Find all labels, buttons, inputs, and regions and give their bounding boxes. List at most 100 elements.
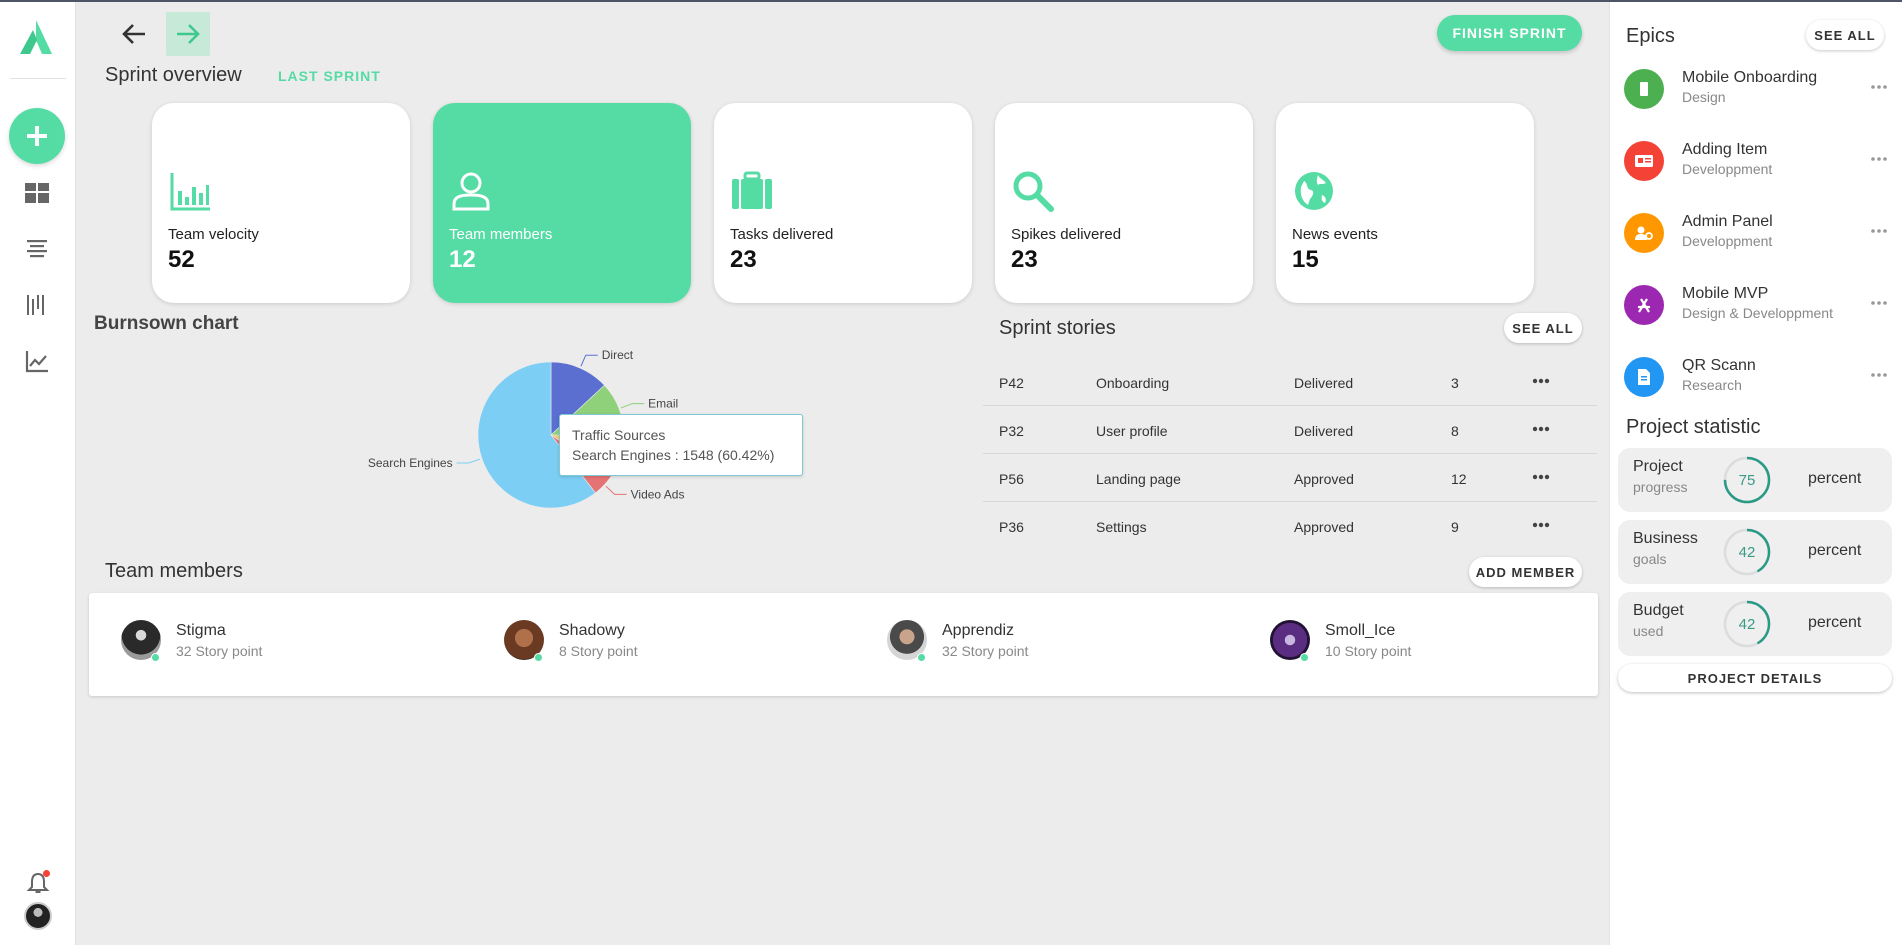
arrow-right-icon bbox=[177, 24, 200, 44]
card-team-members[interactable]: Team members 12 bbox=[433, 103, 691, 303]
list-icon[interactable] bbox=[23, 235, 51, 263]
id-card-icon bbox=[1624, 141, 1664, 181]
card-tasks-delivered[interactable]: Tasks delivered 23 bbox=[714, 103, 972, 303]
story-name: Settings bbox=[1096, 519, 1147, 535]
person-icon bbox=[452, 172, 490, 211]
pie-label: Video Ads bbox=[631, 487, 685, 501]
member-name: Stigma bbox=[176, 622, 226, 639]
epics-see-all-button[interactable]: SEE ALL bbox=[1806, 20, 1884, 50]
story-id: P42 bbox=[999, 375, 1024, 391]
story-row[interactable]: P36 Settings Approved 9 bbox=[983, 502, 1597, 550]
last-sprint-link[interactable]: LAST SPRINT bbox=[278, 68, 381, 84]
epics-title: Epics bbox=[1626, 25, 1675, 47]
story-row[interactable]: P56 Landing page Approved 12 bbox=[983, 454, 1597, 502]
stat-label: Business bbox=[1633, 530, 1698, 547]
stat-sublabel: goals bbox=[1633, 551, 1667, 567]
search-icon bbox=[1013, 171, 1054, 212]
add-member-button[interactable]: ADD MEMBER bbox=[1469, 557, 1582, 587]
bar-chart-icon bbox=[170, 173, 210, 211]
stat-label: Project bbox=[1633, 458, 1683, 475]
pie-label-line bbox=[456, 458, 481, 464]
burndown-title: Burnsown chart bbox=[94, 313, 239, 334]
story-row[interactable]: P42 Onboarding Delivered 3 bbox=[983, 358, 1597, 406]
back-button[interactable] bbox=[112, 12, 156, 56]
card-label: News events bbox=[1292, 226, 1378, 243]
epic-qr-scann[interactable]: QR Scann Research bbox=[1624, 353, 1894, 409]
member-points: 10 Story point bbox=[1325, 643, 1412, 659]
epic-admin-panel[interactable]: Admin Panel Developpment bbox=[1624, 209, 1894, 265]
stat-value: 75 bbox=[1738, 471, 1756, 489]
stat-value: 42 bbox=[1738, 543, 1756, 561]
project-statistic-title: Project statistic bbox=[1626, 416, 1761, 438]
card-value: 15 bbox=[1292, 246, 1319, 273]
user-avatar[interactable] bbox=[24, 902, 52, 930]
more-horizontal-icon[interactable] bbox=[1528, 514, 1554, 536]
member-name: Apprendiz bbox=[942, 622, 1015, 639]
stories-table: P42 Onboarding Delivered 3 P32 User prof… bbox=[983, 358, 1597, 550]
story-name: Onboarding bbox=[1096, 375, 1170, 391]
online-indicator bbox=[1300, 653, 1309, 662]
stat-project-progress: Project progress 75 percent bbox=[1618, 448, 1892, 512]
story-id: P36 bbox=[999, 519, 1024, 535]
more-horizontal-icon[interactable] bbox=[1866, 221, 1892, 241]
epic-name: Mobile MVP bbox=[1682, 285, 1769, 302]
more-horizontal-icon[interactable] bbox=[1528, 466, 1554, 488]
story-id: P32 bbox=[999, 423, 1024, 439]
sprint-stories-title: Sprint stories bbox=[999, 317, 1116, 339]
card-value: 12 bbox=[449, 246, 476, 273]
card-spikes-delivered[interactable]: Spikes delivered 23 bbox=[995, 103, 1253, 303]
epic-adding-item[interactable]: Adding Item Developpment bbox=[1624, 137, 1894, 193]
briefcase-icon bbox=[732, 171, 772, 209]
stories-see-all-button[interactable]: SEE ALL bbox=[1504, 313, 1582, 343]
online-indicator bbox=[917, 653, 926, 662]
card-team-velocity[interactable]: Team velocity 52 bbox=[152, 103, 410, 303]
epic-subtitle: Design bbox=[1682, 89, 1726, 105]
story-status: Delivered bbox=[1294, 375, 1354, 391]
story-name: Landing page bbox=[1096, 471, 1181, 487]
story-name: User profile bbox=[1096, 423, 1168, 439]
online-indicator bbox=[151, 653, 160, 662]
member-points: 32 Story point bbox=[176, 643, 263, 659]
rail-divider bbox=[10, 78, 66, 79]
epic-name: Admin Panel bbox=[1682, 213, 1773, 230]
forward-button[interactable] bbox=[166, 12, 210, 56]
card-news-events[interactable]: News events 15 bbox=[1276, 103, 1534, 303]
team-members-title: Team members bbox=[105, 560, 243, 582]
more-horizontal-icon[interactable] bbox=[1866, 149, 1892, 169]
admin-icon bbox=[1624, 213, 1664, 253]
notifications-button[interactable] bbox=[25, 870, 51, 896]
bars-icon[interactable] bbox=[23, 291, 51, 319]
logo-icon[interactable] bbox=[16, 18, 56, 58]
story-status: Approved bbox=[1294, 519, 1354, 535]
more-horizontal-icon[interactable] bbox=[1866, 293, 1892, 313]
story-points: 3 bbox=[1451, 375, 1459, 391]
card-value: 52 bbox=[168, 246, 195, 273]
stat-unit: percent bbox=[1808, 614, 1862, 631]
more-horizontal-icon[interactable] bbox=[1528, 418, 1554, 440]
project-details-button[interactable]: PROJECT DETAILS bbox=[1618, 664, 1892, 692]
more-horizontal-icon[interactable] bbox=[1528, 370, 1554, 392]
card-value: 23 bbox=[730, 246, 757, 273]
stat-business-goals: Business goals 42 percent bbox=[1618, 520, 1892, 584]
pie-label-line bbox=[605, 485, 627, 495]
chart-tooltip: Traffic Sources Search Engines : 1548 (6… bbox=[559, 414, 803, 476]
epic-mobile-onboarding[interactable]: Mobile Onboarding Design bbox=[1624, 65, 1894, 121]
story-points: 8 bbox=[1451, 423, 1459, 439]
story-status: Delivered bbox=[1294, 423, 1354, 439]
add-button[interactable] bbox=[9, 108, 65, 164]
more-horizontal-icon[interactable] bbox=[1866, 77, 1892, 97]
stat-budget-used: Budget used 42 percent bbox=[1618, 592, 1892, 656]
member-points: 8 Story point bbox=[559, 643, 638, 659]
story-row[interactable]: P32 User profile Delivered 8 bbox=[983, 406, 1597, 454]
finish-sprint-button[interactable]: FINISH SPRINT bbox=[1437, 15, 1582, 51]
card-label: Spikes delivered bbox=[1011, 226, 1122, 243]
more-horizontal-icon[interactable] bbox=[1866, 365, 1892, 385]
epic-subtitle: Design & Developpment bbox=[1682, 305, 1833, 321]
dashboard-icon[interactable] bbox=[23, 179, 51, 207]
epic-mobile-mvp[interactable]: Mobile MVP Design & Developpment bbox=[1624, 281, 1894, 337]
document-icon bbox=[1624, 357, 1664, 397]
card-label: Team members bbox=[449, 226, 553, 243]
chart-icon[interactable] bbox=[23, 347, 51, 375]
online-indicator bbox=[534, 653, 543, 662]
stat-label: Budget bbox=[1633, 602, 1684, 619]
